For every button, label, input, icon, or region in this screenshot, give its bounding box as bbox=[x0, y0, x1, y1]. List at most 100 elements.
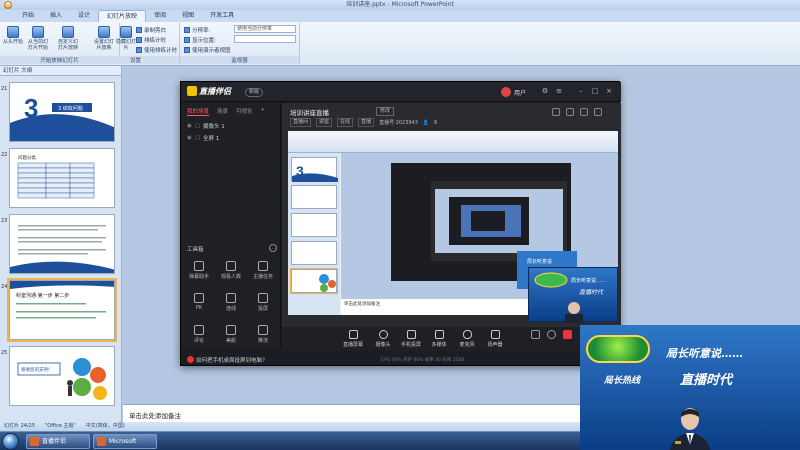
slide-thumbnail-selected[interactable]: 科室沟通:第一步 第二步 bbox=[7, 278, 117, 342]
tool-icon bbox=[258, 261, 268, 271]
tool-item[interactable]: 连线 bbox=[217, 293, 245, 312]
tab-visual[interactable]: 可视化 bbox=[236, 107, 253, 116]
version-badge[interactable]: 新版 bbox=[245, 88, 264, 97]
from-start-button[interactable]: 从头开始 bbox=[3, 26, 23, 45]
close-icon[interactable]: × bbox=[605, 87, 613, 95]
tab-slideshow[interactable]: 幻灯片放映 bbox=[98, 10, 147, 22]
tool-item[interactable]: PK bbox=[185, 293, 213, 311]
share-icon[interactable] bbox=[566, 108, 574, 116]
start-button[interactable] bbox=[2, 433, 19, 450]
tool-item[interactable]: 投屏 bbox=[249, 293, 277, 312]
presenter-camera-feed[interactable]: 局长听意说…… 局长热线 直播时代 bbox=[580, 325, 800, 450]
tool-icon bbox=[258, 293, 268, 303]
tool-item[interactable]: 主播任务 bbox=[249, 261, 277, 280]
tag[interactable]: 直播 bbox=[358, 118, 375, 127]
tag[interactable]: 在线 bbox=[337, 118, 354, 127]
lock-icon[interactable]: ▢ bbox=[195, 123, 200, 129]
chat-icon[interactable] bbox=[580, 108, 588, 116]
toolbox-more-icon[interactable]: … bbox=[269, 244, 277, 252]
preview-thumb bbox=[291, 185, 337, 209]
from-current-button[interactable]: 从当前幻灯片开始 bbox=[28, 26, 48, 51]
tab-review[interactable]: 审阅 bbox=[146, 10, 174, 22]
tool-item[interactable]: 美颜 bbox=[217, 325, 245, 344]
source-item[interactable]: ◉ ▢ 摄像头 1 bbox=[181, 120, 280, 132]
slide-thumbnail[interactable]: 3 3 绩效问题 bbox=[9, 82, 115, 142]
custom-show-button[interactable]: 自定义幻灯片放映 bbox=[58, 26, 78, 51]
app-icon bbox=[30, 437, 39, 446]
panel-tabs[interactable]: 幻灯片 大纲 bbox=[0, 66, 121, 76]
slide-thumb-text: 问题分类 bbox=[18, 154, 36, 161]
tab-scenes[interactable]: 场景 bbox=[217, 107, 228, 116]
media-button[interactable]: 多媒体 bbox=[426, 330, 452, 348]
use-timings-checkbox[interactable]: 使用排练计时 bbox=[136, 46, 177, 54]
play-icon bbox=[7, 26, 19, 38]
slide-thumbnail[interactable]: 问题分类 bbox=[9, 148, 115, 208]
taskbar-item-live[interactable]: 直播伴侣 bbox=[26, 434, 90, 449]
tab-my-scenes[interactable]: 我的场景 bbox=[187, 107, 210, 116]
mic-icon bbox=[462, 330, 472, 339]
edit-title-button[interactable]: 修改 bbox=[376, 107, 395, 116]
slide-thumbnail[interactable]: 感谢您的支持! bbox=[9, 346, 115, 406]
setup-icon bbox=[98, 26, 110, 38]
camera-icon bbox=[378, 330, 388, 339]
slide-thumbnail[interactable] bbox=[9, 214, 115, 274]
menu-icon[interactable]: ≡ bbox=[555, 87, 563, 95]
maximize-icon[interactable]: □ bbox=[591, 87, 599, 95]
presenter-view-checkbox[interactable]: 使用演示者视图 bbox=[184, 46, 231, 54]
preview-thumb: 3 bbox=[291, 157, 338, 182]
tool-item[interactable]: 观看人数 bbox=[217, 261, 245, 280]
tool-item[interactable]: 推流 bbox=[249, 325, 277, 344]
tab-design[interactable]: 设计 bbox=[70, 10, 98, 22]
setup-show-button[interactable]: 设置幻灯片放映 bbox=[94, 26, 114, 51]
tag[interactable]: 讲座 bbox=[316, 118, 333, 127]
microphone-button[interactable]: 麦克风 bbox=[454, 330, 480, 348]
tool-item[interactable]: 弹幕助手 bbox=[185, 261, 213, 280]
phone-cast-button[interactable]: 手机投屏 bbox=[398, 330, 424, 348]
language-indicator: 中文(简体，中国) bbox=[85, 423, 125, 429]
table-slide-graphic: 问题分类 bbox=[10, 149, 114, 207]
speaker-button[interactable]: 扬声器 bbox=[482, 330, 508, 348]
tab-developer[interactable]: 开发工具 bbox=[202, 10, 242, 22]
taskbar-item-powerpoint[interactable]: Microsoft Powe... bbox=[93, 434, 157, 449]
link-icon[interactable] bbox=[594, 108, 602, 116]
tab-view[interactable]: 视图 bbox=[174, 10, 202, 22]
gift-icon[interactable] bbox=[552, 108, 560, 116]
group-label-monitors: 监视器 bbox=[180, 56, 299, 64]
window-title: 培训讲座.pptx - Microsoft PowerPoint bbox=[346, 1, 454, 8]
record-narration-button[interactable]: 录制旁白 bbox=[136, 26, 166, 34]
tag[interactable]: 直播间 bbox=[290, 118, 312, 127]
camera-button[interactable]: 摄像头 bbox=[370, 330, 396, 348]
slide-number: 24 bbox=[1, 284, 8, 290]
slide-number: 25 bbox=[1, 350, 8, 356]
settings-icon[interactable]: ⚙ bbox=[541, 87, 549, 95]
quick-access-toolbar[interactable] bbox=[4, 1, 12, 9]
help-notice[interactable]: 如何把手机桌面投屏到电脑？ bbox=[187, 356, 268, 364]
add-scene-icon[interactable]: + bbox=[261, 107, 266, 116]
tool-item[interactable]: 评论 bbox=[185, 325, 213, 344]
logo-icon bbox=[187, 86, 197, 96]
screen-capture-button[interactable]: 直播屏幕 bbox=[340, 330, 366, 348]
minimize-icon[interactable]: – bbox=[577, 87, 585, 95]
room-title: 培训讲座直播 bbox=[290, 109, 329, 117]
slide-thumb-text: 科室沟通:第一步 第二步 bbox=[16, 292, 69, 299]
rehearse-button[interactable]: 排练计时 bbox=[136, 36, 166, 44]
slide-thumb-text: 感谢您的支持! bbox=[21, 366, 50, 373]
eye-icon[interactable]: ◉ bbox=[187, 135, 192, 141]
office-button[interactable] bbox=[4, 1, 12, 9]
eye-icon[interactable]: ◉ bbox=[187, 123, 192, 129]
tool-icon bbox=[194, 293, 204, 303]
hide-slide-button[interactable]: 隐藏幻灯片 bbox=[116, 26, 136, 51]
avatar[interactable] bbox=[501, 87, 511, 97]
camera-preview-small[interactable]: 局长听意说…… 直播时代 bbox=[528, 267, 618, 324]
tab-insert[interactable]: 插入 bbox=[42, 10, 70, 22]
tab-home[interactable]: 开始 bbox=[14, 10, 42, 22]
source-item[interactable]: ◉ ▢ 全屏 1 bbox=[181, 132, 280, 144]
preview-ppt-ribbon bbox=[288, 131, 618, 153]
resolution-select[interactable]: 使用当前分辨率 bbox=[234, 25, 296, 33]
lock-icon[interactable]: ▢ bbox=[195, 135, 200, 141]
room-id: 直播号 2023943 bbox=[379, 120, 418, 126]
end-stream-icon[interactable] bbox=[554, 330, 580, 341]
preview-thumb bbox=[290, 268, 338, 294]
show-on-select[interactable] bbox=[234, 35, 296, 43]
monitor-icon bbox=[184, 27, 190, 33]
